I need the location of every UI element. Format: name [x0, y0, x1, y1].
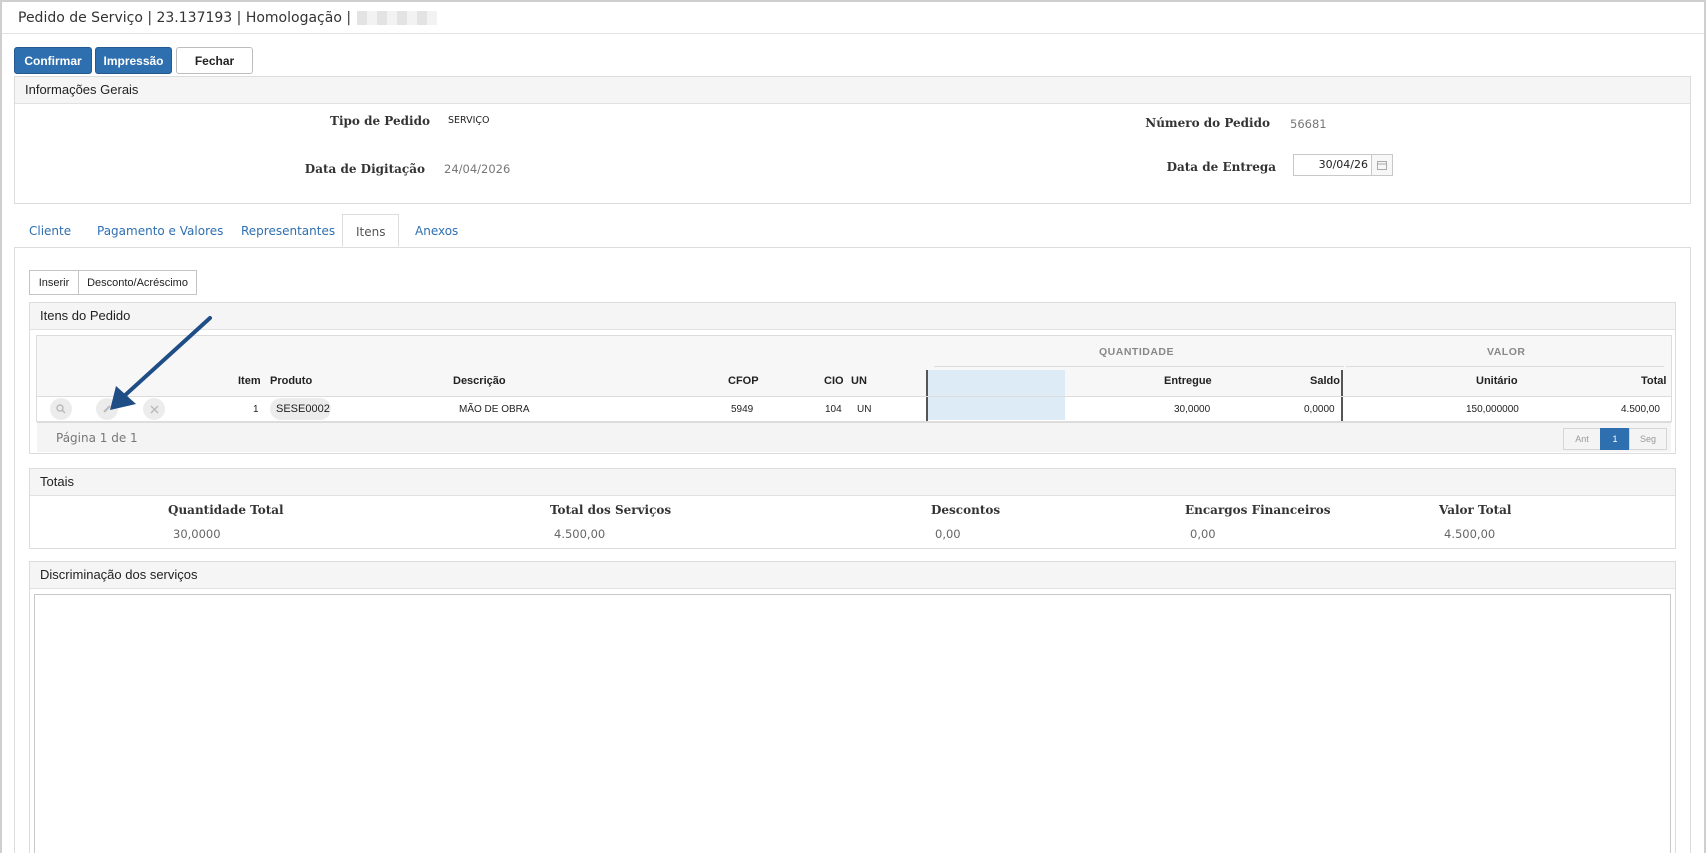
col-descricao: Descrição — [453, 375, 506, 387]
window-title: Pedido de Serviço | 23.137193 | Homologa… — [2, 2, 1704, 34]
discounts-label: Descontos — [931, 503, 1001, 517]
financial-charges-label: Encargos Financeiros — [1185, 503, 1331, 517]
row-cfop: 5949 — [731, 404, 754, 415]
order-items-heading: Itens do Pedido — [30, 303, 1675, 330]
row-unitario: 150,000000 — [1466, 404, 1519, 415]
services-description-textarea[interactable] — [34, 594, 1671, 853]
discount-surcharge-button[interactable]: Desconto/Acréscimo — [78, 270, 197, 295]
row-valor-total: 4.500,00 — [1621, 404, 1660, 415]
tab-cliente[interactable]: Cliente — [16, 214, 84, 247]
totals-heading: Totais — [30, 469, 1675, 496]
row-descricao: MÃO DE OBRA — [459, 404, 530, 415]
total-quantity-value: 30,0000 — [173, 527, 221, 541]
row-item: 1 — [253, 404, 259, 415]
tab-anexos[interactable]: Anexos — [402, 214, 471, 247]
print-button[interactable]: Impressão — [95, 47, 172, 74]
col-unitario: Unitário — [1476, 375, 1518, 387]
pager-prev[interactable]: Ant — [1563, 428, 1601, 450]
total-services-value: 4.500,00 — [554, 527, 606, 541]
confirm-button[interactable]: Confirmar — [14, 47, 92, 74]
magnifier-icon[interactable] — [50, 398, 72, 420]
col-saldo: Saldo — [1310, 375, 1340, 387]
row-produto: SESE0002 — [276, 403, 330, 415]
general-info-panel: Informações Gerais — [14, 76, 1691, 204]
pager-next[interactable]: Seg — [1629, 428, 1667, 450]
close-button[interactable]: Fechar — [176, 47, 253, 74]
financial-charges-value: 0,00 — [1190, 527, 1216, 541]
delivery-date-input[interactable]: 30/04/26 — [1293, 154, 1373, 176]
value-group-divider — [1346, 366, 1664, 367]
redacted-environment — [357, 11, 438, 25]
tab-itens[interactable]: Itens — [342, 214, 399, 247]
row-entregue: 30,0000 — [1174, 404, 1211, 415]
entry-date-label: Data de Digitação — [304, 162, 425, 176]
qty-total-column-highlight — [927, 370, 1065, 420]
tab-representantes[interactable]: Representantes — [228, 214, 348, 247]
pager-current[interactable]: 1 — [1600, 428, 1630, 450]
annotation-arrow — [110, 316, 212, 410]
col-entregue: Entregue — [1164, 375, 1212, 387]
order-number-label: Número do Pedido — [1145, 116, 1270, 130]
col-un: UN — [851, 375, 867, 387]
row-un: UN — [857, 404, 872, 415]
row-saldo: 0,0000 — [1304, 404, 1335, 415]
discounts-value: 0,00 — [935, 527, 961, 541]
pagination-bar — [37, 422, 1671, 452]
delivery-date-label: Data de Entrega — [1166, 160, 1276, 174]
quantity-group-divider — [934, 366, 1344, 367]
pagination-text: Página 1 de 1 — [56, 431, 138, 445]
col-cfop: CFOP — [728, 375, 759, 387]
general-info-heading: Informações Gerais — [15, 77, 1690, 104]
window-title-text: Pedido de Serviço | 23.137193 | Homologa… — [18, 10, 352, 26]
quantity-group-header: QUANTIDADE — [1099, 346, 1174, 358]
col-cio: CIO — [824, 375, 844, 387]
tab-pagamento[interactable]: Pagamento e Valores — [84, 214, 236, 247]
services-description-heading: Discriminação dos serviços — [30, 562, 1675, 589]
entry-date-value: 24/04/2026 — [444, 162, 511, 176]
grand-total-value: 4.500,00 — [1444, 527, 1496, 541]
insert-button[interactable]: Inserir — [29, 270, 79, 295]
grand-total-label: Valor Total — [1439, 503, 1512, 517]
total-services-label: Total dos Serviços — [550, 503, 672, 517]
calendar-icon[interactable] — [1371, 154, 1393, 176]
header-row-divider — [37, 396, 1671, 397]
value-group-header: VALOR — [1487, 346, 1526, 358]
col-item: Item — [238, 375, 261, 387]
order-number-value: 56681 — [1290, 117, 1327, 131]
order-type-label: Tipo de Pedido — [330, 114, 430, 128]
row-cio: 104 — [825, 404, 842, 415]
total-quantity-label: Quantidade Total — [168, 503, 284, 517]
order-type-value: SERVIÇO — [448, 115, 490, 126]
col-valor-total: Total — [1641, 375, 1667, 387]
col-produto: Produto — [270, 375, 313, 387]
